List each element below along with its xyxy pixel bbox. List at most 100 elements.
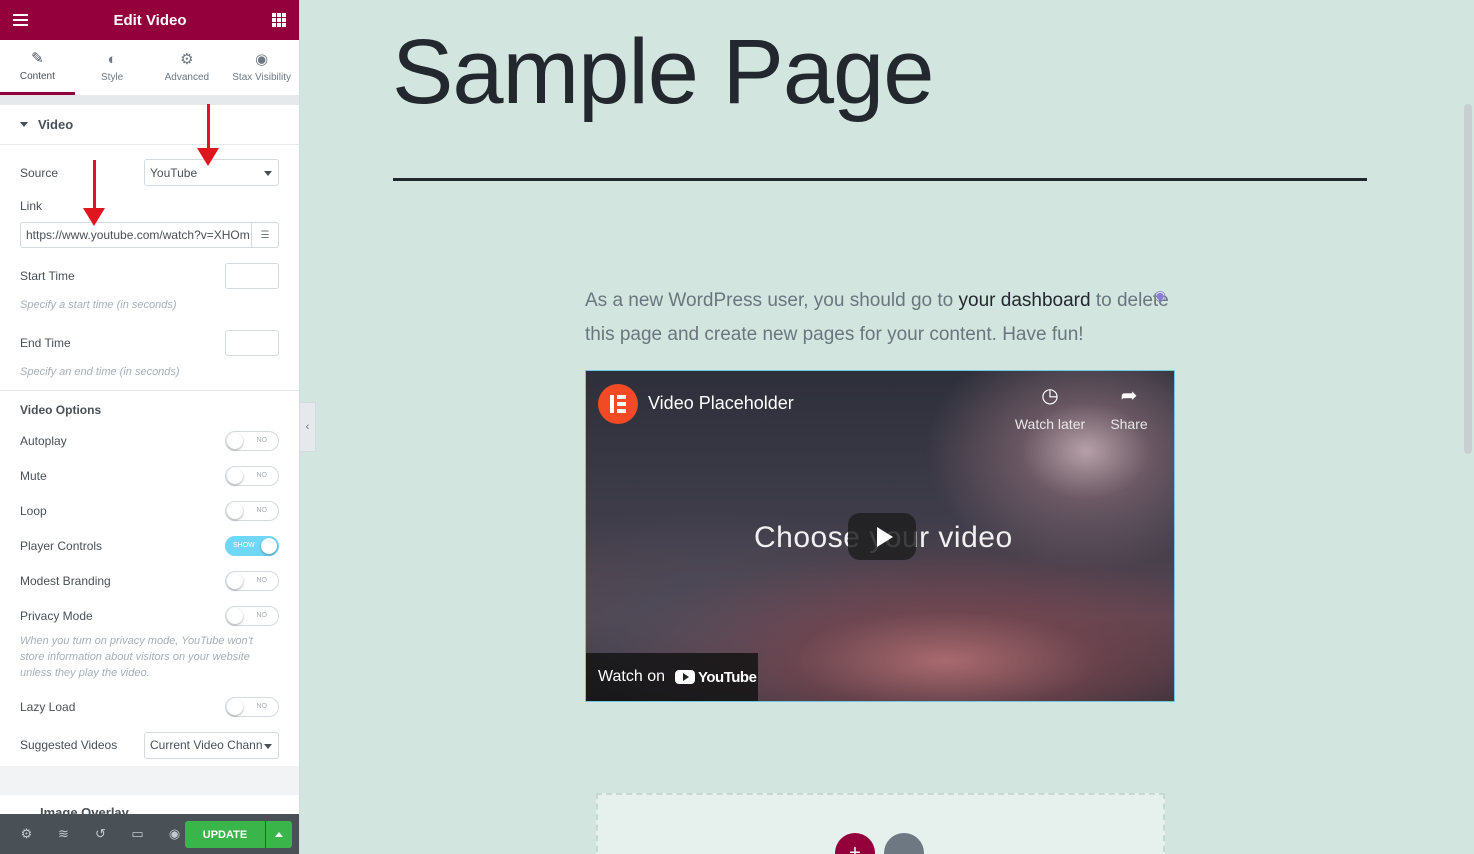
mute-label: Mute (20, 468, 47, 483)
intro-paragraph: As a new WordPress user, you should go t… (585, 284, 1185, 352)
start-time-control: Start Time (0, 258, 299, 293)
mute-control: Mute NO (0, 458, 299, 493)
panel-title: Edit Video (113, 11, 187, 29)
tab-stax-visibility-label: Stax Visibility (232, 72, 291, 83)
play-icon (876, 526, 893, 547)
loop-label: Loop (20, 503, 47, 518)
watch-later-label: Watch later (1014, 416, 1086, 432)
loop-switch[interactable]: NO (225, 500, 279, 521)
panel-tabs: ✎ Content ◐ Style ⚙ Advanced ◉ Stax Visi… (0, 40, 299, 95)
privacy-mode-control: Privacy Mode NO (0, 598, 299, 633)
player-controls-switch[interactable]: SHOW (225, 535, 279, 556)
start-time-input[interactable] (225, 262, 279, 289)
link-input[interactable] (21, 228, 251, 242)
responsive-mode-icon[interactable]: ▭ (119, 826, 156, 842)
caret-down-icon (20, 122, 28, 127)
share-label: Share (1110, 416, 1148, 432)
end-time-help: Specify an end time (in seconds) (20, 366, 180, 378)
play-button[interactable] (848, 513, 916, 560)
video-widget[interactable]: Video Placeholder ◷ Watch later ➦ Share … (585, 370, 1175, 702)
dynamic-tags-icon[interactable]: ☰ (251, 223, 278, 247)
gear-icon: ⚙ (180, 51, 194, 68)
modest-branding-label: Modest Branding (20, 573, 111, 588)
suggested-videos-select[interactable]: Current Video Chann (144, 731, 279, 759)
end-time-label: End Time (20, 335, 71, 350)
autoplay-control: Autoplay NO (0, 423, 299, 458)
lazy-load-control: Lazy Load NO (0, 689, 299, 724)
annotation-arrow-link (83, 160, 105, 226)
half-circle-icon: ◐ (107, 51, 117, 68)
modest-branding-switch[interactable]: NO (225, 570, 279, 591)
source-control: Source YouTube (0, 155, 299, 190)
editor-panel: Edit Video ✎ Content ◐ Style ⚙ Advanced … (0, 0, 300, 854)
tab-style[interactable]: ◐ Style (75, 40, 150, 95)
lazy-load-switch[interactable]: NO (225, 696, 279, 717)
title-divider (393, 178, 1367, 181)
loop-control: Loop NO (0, 493, 299, 528)
share-button[interactable]: ➦ Share (1089, 383, 1169, 432)
start-time-label: Start Time (20, 268, 75, 283)
lazy-load-label: Lazy Load (20, 699, 76, 714)
watch-later-button[interactable]: ◷ Watch later (1010, 383, 1090, 432)
start-time-help: Specify a start time (in seconds) (20, 299, 177, 311)
panel-footer: ⚙ ≋ ↺ ▭ ◉ UPDATE (0, 814, 299, 854)
navigator-icon[interactable]: ≋ (45, 826, 82, 842)
pencil-icon: ✎ (31, 49, 44, 67)
menu-icon[interactable] (13, 14, 28, 26)
mute-switch[interactable]: NO (225, 465, 279, 486)
link-label: Link (20, 199, 43, 213)
video-title[interactable]: Video Placeholder (648, 393, 794, 414)
canvas-scrollbar[interactable] (1464, 104, 1472, 454)
tab-advanced-label: Advanced (164, 72, 210, 83)
watch-on-label: Watch on (598, 668, 665, 685)
annotation-arrow-source (197, 104, 219, 166)
privacy-mode-label: Privacy Mode (20, 608, 93, 623)
autoplay-switch[interactable]: NO (225, 430, 279, 451)
section-gap (0, 95, 299, 105)
link-field: ☰ (20, 222, 279, 248)
privacy-mode-help: When you turn on privacy mode, YouTube w… (20, 635, 253, 679)
section-video-header[interactable]: Video (0, 105, 299, 145)
end-time-control: End Time (0, 325, 299, 360)
video-options-heading: Video Options (20, 403, 102, 417)
privacy-mode-switch[interactable]: NO (225, 605, 279, 626)
player-controls-label: Player Controls (20, 538, 103, 553)
intro-text-before: As a new WordPress user, you should go t… (585, 290, 959, 311)
save-options-button[interactable] (266, 821, 292, 848)
channel-logo[interactable] (598, 384, 638, 424)
suggested-videos-control: Suggested Videos Current Video Chann (0, 724, 299, 766)
add-section-dropzone[interactable] (596, 793, 1165, 854)
widgets-grid-icon[interactable] (271, 13, 286, 27)
autoplay-label: Autoplay (20, 433, 67, 448)
youtube-play-icon (675, 670, 695, 684)
page-title: Sample Page (392, 21, 934, 123)
player-controls-control: Player Controls SHOW (0, 528, 299, 563)
panel-header: Edit Video (0, 0, 299, 40)
clock-icon: ◷ (1041, 385, 1059, 407)
tab-stax-visibility[interactable]: ◉ Stax Visibility (224, 40, 299, 95)
youtube-wordmark: YouTube (698, 668, 757, 686)
tab-style-label: Style (101, 72, 124, 83)
modest-branding-control: Modest Branding NO (0, 563, 299, 598)
video-controls: Source YouTube Link ☰ Start Time Specify… (0, 145, 299, 766)
youtube-logo: YouTube (675, 668, 757, 686)
share-icon: ➦ (1120, 385, 1138, 407)
section-image-overlay-header[interactable]: Image Overlay (0, 795, 299, 815)
collapse-panel-handle[interactable]: ‹ (300, 402, 316, 452)
tab-content-label: Content (19, 70, 55, 82)
end-time-input[interactable] (225, 329, 279, 356)
update-button[interactable]: UPDATE (185, 821, 265, 848)
history-icon[interactable]: ↺ (82, 826, 119, 842)
suggested-videos-label: Suggested Videos (20, 738, 118, 752)
section-video-title: Video (38, 117, 74, 132)
tab-advanced[interactable]: ⚙ Advanced (150, 40, 225, 95)
settings-icon[interactable]: ⚙ (8, 826, 45, 842)
source-label: Source (20, 165, 59, 180)
tab-content[interactable]: ✎ Content (0, 40, 75, 95)
visibility-eye-icon[interactable]: ◉ (1154, 287, 1166, 304)
dashboard-link[interactable]: your dashboard (959, 290, 1091, 311)
watch-on-youtube-button[interactable]: Watch on YouTube (586, 653, 758, 701)
caret-up-icon (275, 832, 283, 837)
link-control: Link (0, 190, 299, 222)
eye-icon: ◉ (255, 51, 269, 68)
